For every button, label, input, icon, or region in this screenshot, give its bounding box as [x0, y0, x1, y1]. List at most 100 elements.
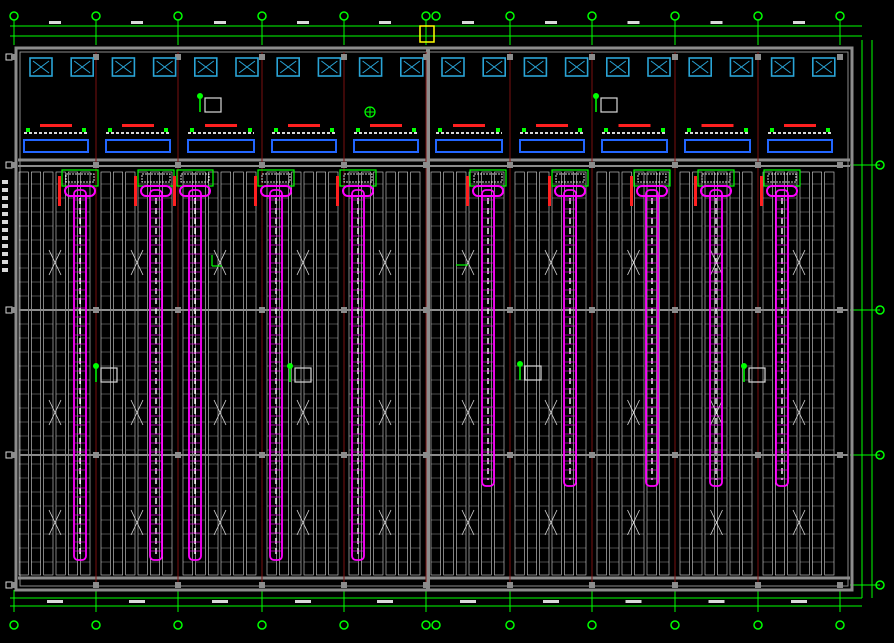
left-legend-block — [2, 252, 8, 256]
left-legend-block — [2, 244, 8, 248]
structural-column — [589, 162, 595, 168]
structural-column — [837, 582, 843, 588]
left-legend-block — [2, 180, 8, 184]
dock-marker — [164, 128, 168, 132]
dock-marker — [744, 128, 748, 132]
structural-column — [341, 162, 347, 168]
room-marker-dot — [593, 93, 599, 99]
dimension-text-bottom — [377, 600, 393, 603]
structural-column — [507, 54, 513, 60]
conveyor-tag — [134, 176, 137, 206]
structural-column — [837, 162, 843, 168]
structural-column — [341, 582, 347, 588]
dimension-text-bottom — [295, 600, 311, 603]
dimension-text-top — [793, 21, 805, 24]
dimension-text-top — [545, 21, 557, 24]
background — [0, 0, 894, 643]
structural-column — [93, 582, 99, 588]
structural-column — [672, 54, 678, 60]
structural-column — [175, 162, 181, 168]
conveyor-tag — [694, 176, 697, 206]
dimension-text-top — [49, 21, 61, 24]
dock-marker — [770, 128, 774, 132]
dock-marker — [661, 128, 665, 132]
dock-marker — [578, 128, 582, 132]
left-legend-block — [2, 220, 8, 224]
dock-marker — [604, 128, 608, 132]
dock-marker — [108, 128, 112, 132]
cad-drawing-canvas[interactable] — [0, 0, 894, 643]
structural-column — [755, 54, 761, 60]
structural-column — [259, 54, 265, 60]
dock-label — [122, 124, 154, 127]
dimension-text-bottom — [708, 600, 725, 603]
dock-marker — [687, 128, 691, 132]
dock-marker — [522, 128, 526, 132]
conveyor-tag — [336, 176, 339, 206]
conveyor-tag — [173, 176, 176, 206]
structural-column — [755, 162, 761, 168]
structural-column — [507, 162, 513, 168]
left-legend-block — [2, 188, 8, 192]
room-marker-dot — [517, 361, 523, 367]
structural-column — [589, 54, 595, 60]
conveyor-tag — [466, 176, 469, 206]
conveyor-tag — [548, 176, 551, 206]
dimension-text-top — [297, 21, 309, 24]
dimension-text-bottom — [460, 600, 476, 603]
structural-column — [423, 162, 429, 168]
structural-column — [589, 582, 595, 588]
dimension-text-bottom — [543, 600, 559, 603]
dock-marker — [190, 128, 194, 132]
left-legend-block — [2, 228, 8, 232]
dock-marker — [356, 128, 360, 132]
structural-column — [93, 162, 99, 168]
dock-label — [370, 124, 402, 127]
structural-column — [507, 582, 513, 588]
left-legend-block — [2, 212, 8, 216]
dimension-text-bottom — [212, 600, 228, 603]
dimension-text-bottom — [625, 600, 642, 603]
dock-label — [784, 124, 816, 127]
dock-label — [536, 124, 568, 127]
dimension-text-top — [131, 21, 143, 24]
structural-column — [341, 54, 347, 60]
structural-column — [755, 582, 761, 588]
dimension-text-top — [627, 21, 640, 24]
left-legend-block — [2, 236, 8, 240]
dock-label — [40, 124, 72, 127]
dimension-text-top — [214, 21, 226, 24]
dimension-text-top — [379, 21, 391, 24]
conveyor-tag — [630, 176, 633, 206]
dock-marker — [330, 128, 334, 132]
structural-column — [672, 582, 678, 588]
structural-column — [11, 452, 17, 458]
structural-column — [259, 162, 265, 168]
dimension-text-top — [710, 21, 723, 24]
dock-marker — [412, 128, 416, 132]
conveyor-tag — [58, 176, 61, 206]
room-marker-dot — [287, 363, 293, 369]
structural-column — [837, 54, 843, 60]
dimension-text-bottom — [791, 600, 807, 603]
structural-column — [11, 307, 17, 313]
conveyor-tag — [760, 176, 763, 206]
dock-label — [701, 124, 734, 127]
left-legend-block — [2, 196, 8, 200]
dock-marker — [274, 128, 278, 132]
left-legend-block — [2, 204, 8, 208]
structural-column — [259, 582, 265, 588]
dock-marker — [26, 128, 30, 132]
dimension-text-bottom — [47, 600, 63, 603]
dock-label — [453, 124, 485, 127]
structural-column — [11, 162, 17, 168]
dock-marker — [438, 128, 442, 132]
structural-column — [423, 54, 429, 60]
dock-label — [618, 124, 651, 127]
dock-marker — [248, 128, 252, 132]
structural-column — [11, 54, 17, 60]
dimension-text-bottom — [129, 600, 145, 603]
room-marker-dot — [741, 363, 747, 369]
structural-column — [672, 162, 678, 168]
structural-column — [175, 582, 181, 588]
